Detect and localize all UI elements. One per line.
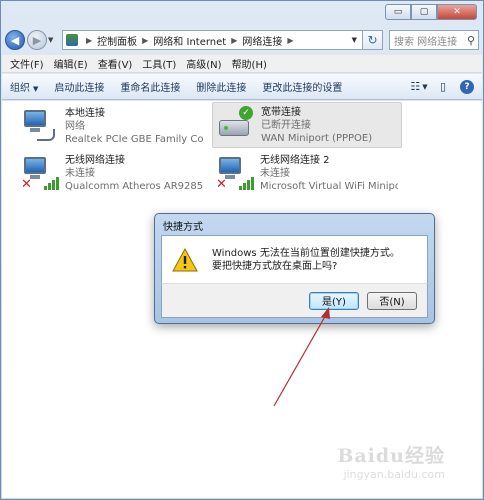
connection-broadband[interactable]: ✓ 宽带连接 已断开连接 WAN Miniport (PPPOE): [212, 102, 402, 148]
search-placeholder: 搜索 网络连接: [394, 36, 458, 48]
menu-view[interactable]: 查看(V): [98, 56, 133, 71]
connection-device: Realtek PCIe GBE Family Contr...: [65, 134, 203, 145]
wireless-network-icon: ✕: [21, 154, 59, 192]
menu-tools[interactable]: 工具(T): [142, 56, 176, 71]
connection-status: 网络: [65, 121, 85, 132]
connection-device: Microsoft Virtual WiFi Miniport...: [260, 181, 398, 192]
control-panel-icon: [66, 34, 78, 46]
menu-bar: 文件(F) 编辑(E) 查看(V) 工具(T) 高级(N) 帮助(H): [2, 55, 482, 73]
search-icon[interactable]: ⚲: [467, 34, 475, 47]
arrow-right-icon: ▶: [32, 33, 42, 47]
chevron-down-icon: ▼: [48, 36, 54, 44]
wireless-network-icon: ✕: [216, 154, 254, 192]
chevron-down-icon: ▼: [33, 85, 39, 93]
chevron-right-icon[interactable]: ▶: [231, 36, 237, 45]
connection-status: 已断开连接: [261, 120, 311, 131]
connection-local[interactable]: 本地连接 网络 Realtek PCIe GBE Family Contr...: [17, 104, 207, 150]
connection-name: 无线网络连接: [65, 155, 125, 166]
no-button[interactable]: 否(N): [367, 291, 417, 310]
connection-device: Qualcomm Atheros AR9285 80...: [65, 181, 203, 192]
refresh-icon: ↻: [367, 33, 378, 47]
breadcrumb-network-internet[interactable]: 网络和 Internet: [153, 33, 226, 48]
connection-wireless[interactable]: ✕ 无线网络连接 未连接 Qualcomm Atheros AR9285 80.…: [17, 151, 207, 197]
menu-advanced[interactable]: 高级(N): [186, 56, 221, 71]
disconnected-x-icon: ✕: [216, 177, 227, 192]
connection-status: 未连接: [260, 168, 290, 179]
preview-pane-icon[interactable]: ▯: [436, 80, 450, 94]
search-input[interactable]: 搜索 网络连接 ⚲: [389, 30, 479, 50]
maximize-button[interactable]: ▢: [411, 4, 437, 20]
address-dropdown[interactable]: ▼: [347, 36, 362, 44]
start-connection-button[interactable]: 启动此连接: [54, 79, 104, 94]
back-button[interactable]: ◀: [5, 30, 25, 50]
dialog-message: Windows 无法在当前位置创建快捷方式。 要把快捷方式放在桌面上吗?: [212, 247, 400, 273]
connection-name: 本地连接: [65, 108, 105, 119]
chevron-right-icon[interactable]: ▶: [287, 36, 293, 45]
chevron-right-icon[interactable]: ▶: [142, 36, 148, 45]
check-icon: ✓: [239, 106, 253, 120]
disconnected-x-icon: ✕: [21, 177, 32, 192]
menu-file[interactable]: 文件(F): [10, 56, 44, 71]
dialog-buttons: 是(Y) 否(N): [161, 283, 428, 318]
breadcrumb-control-panel[interactable]: 控制面板: [97, 33, 137, 48]
view-controls: ☷ ▼ ▯ ?: [410, 79, 482, 94]
help-icon[interactable]: ?: [460, 79, 474, 94]
address-row: ◀ ▶ ▼ ▶ 控制面板 ▶ 网络和 Internet ▶ 网络连接 ▶ ▼ ↻…: [5, 27, 479, 53]
view-options-icon[interactable]: ☷ ▼: [410, 80, 427, 94]
explorer-window: ▭ ▢ ✕ ◀ ▶ ▼ ▶ 控制面板 ▶ 网络和 Internet ▶ 网络连接…: [0, 0, 484, 500]
dialog-body: Windows 无法在当前位置创建快捷方式。 要把快捷方式放在桌面上吗?: [161, 235, 428, 283]
refresh-button[interactable]: ↻: [363, 30, 383, 50]
caption-buttons: ▭ ▢ ✕: [385, 4, 477, 20]
connection-wireless-2[interactable]: ✕ 无线网络连接 2 未连接 Microsoft Virtual WiFi Mi…: [212, 151, 402, 197]
connection-status: 未连接: [65, 168, 95, 179]
arrow-left-icon: ◀: [10, 33, 20, 47]
delete-connection-button[interactable]: 删除此连接: [196, 79, 246, 94]
dialog-title: 快捷方式: [163, 222, 203, 233]
rename-connection-button[interactable]: 重命名此连接: [120, 79, 180, 94]
menu-edit[interactable]: 编辑(E): [54, 56, 88, 71]
shortcut-dialog: 快捷方式 Windows 无法在当前位置创建快捷方式。 要把快捷方式放在桌面上吗…: [154, 213, 435, 324]
connection-name: 无线网络连接 2: [260, 155, 330, 166]
yes-button[interactable]: 是(Y): [309, 291, 359, 310]
warning-icon: [172, 247, 198, 272]
forward-button[interactable]: ▶: [27, 30, 47, 50]
connection-name: 宽带连接: [261, 107, 301, 118]
dialog-message-line: 要把快捷方式放在桌面上吗?: [212, 260, 338, 272]
chevron-right-icon[interactable]: ▶: [86, 36, 92, 45]
minimize-button[interactable]: ▭: [385, 4, 411, 20]
address-bar[interactable]: ▶ 控制面板 ▶ 网络和 Internet ▶ 网络连接 ▶ ▼: [62, 30, 363, 50]
command-bar: 组织 ▼ 启动此连接 重命名此连接 删除此连接 更改此连接的设置 ☷ ▼ ▯ ?: [2, 74, 482, 100]
recent-pages-dropdown[interactable]: ▼: [48, 36, 58, 44]
dialog-message-line: Windows 无法在当前位置创建快捷方式。: [212, 247, 400, 259]
baidu-watermark: Baidu经验 jingyan.baidu.com: [337, 441, 445, 481]
close-button[interactable]: ✕: [437, 4, 477, 20]
change-settings-button[interactable]: 更改此连接的设置: [262, 79, 342, 94]
wired-network-icon: [21, 107, 59, 145]
connection-device: WAN Miniport (PPPOE): [261, 133, 373, 144]
broadband-modem-icon: ✓: [217, 106, 255, 144]
menu-help[interactable]: 帮助(H): [232, 56, 267, 71]
watermark-url: jingyan.baidu.com: [343, 468, 445, 481]
watermark-logo: Baidu经验: [337, 445, 445, 467]
breadcrumb-network-connections[interactable]: 网络连接: [242, 33, 282, 48]
organize-button[interactable]: 组织 ▼: [10, 79, 38, 94]
